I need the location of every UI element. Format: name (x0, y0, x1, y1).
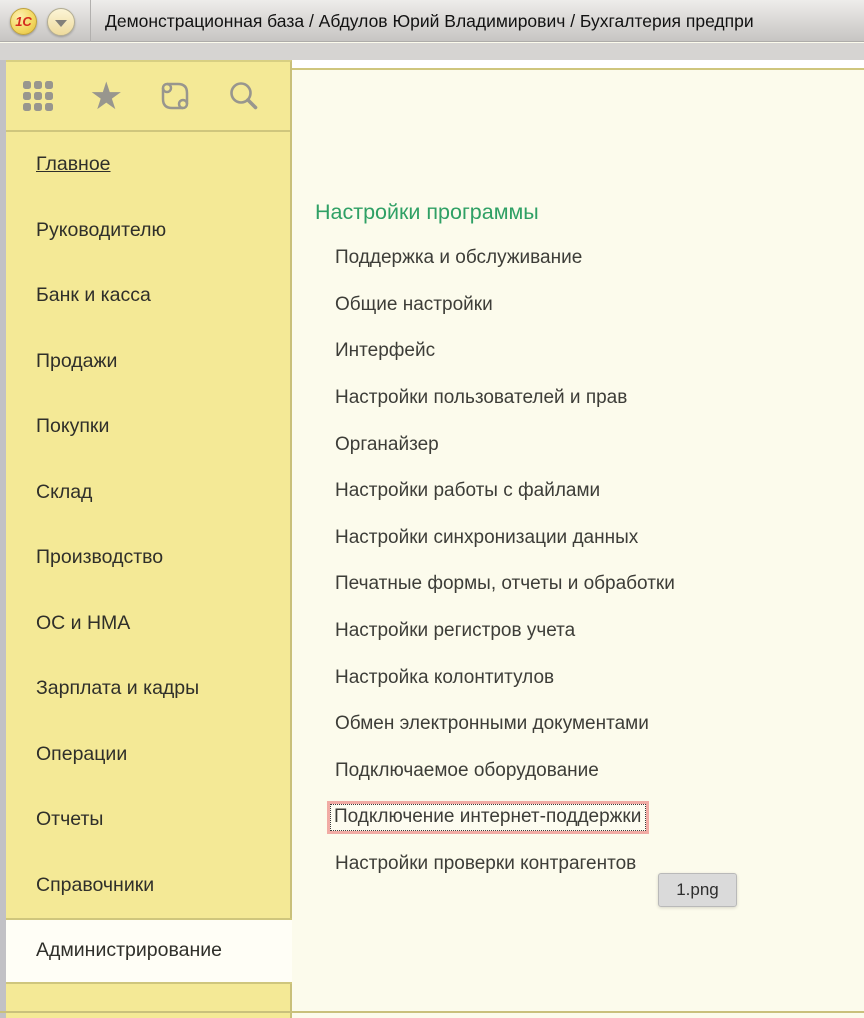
list-item: Настройки синхронизации данных (335, 515, 855, 562)
content-pane: Настройки программы Поддержка и обслужив… (292, 60, 864, 1018)
sidebar-item-label: ОС и НМА (36, 612, 130, 635)
sidebar-item-rukovoditelyu[interactable]: Руководителю (6, 198, 290, 264)
1c-logo-button[interactable]: 1С (10, 8, 37, 35)
list-item: Настройки регистров учета (335, 608, 855, 655)
list-item: Подключение интернет-поддержки (335, 794, 855, 841)
link-podklyuchenie-internet-podderzhki[interactable]: Подключение интернет-поддержки (334, 806, 641, 827)
sidebar-item-label: Администрирование (36, 939, 222, 962)
sidebar-item-label: Отчеты (36, 808, 103, 831)
list-item: Настройки работы с файлами (335, 468, 855, 515)
list-item: Печатные формы, отчеты и обработки (335, 561, 855, 608)
sidebar-item-label: Покупки (36, 415, 109, 438)
link-registry-ucheta[interactable]: Настройки регистров учета (335, 620, 575, 642)
link-pechatnye-formy-otchety-obrabotki[interactable]: Печатные формы, отчеты и обработки (335, 573, 675, 595)
sidebar-item-otchety[interactable]: Отчеты (6, 787, 290, 853)
sidebar-item-label: Банк и касса (36, 284, 151, 307)
sidebar-item-label: Зарплата и кадры (36, 677, 199, 700)
sidebar-item-sklad[interactable]: Склад (6, 460, 290, 526)
link-kolontituly[interactable]: Настройка колонтитулов (335, 667, 554, 689)
list-item: Органайзер (335, 421, 855, 468)
bottom-divider (0, 1011, 864, 1013)
history-scroll-icon[interactable] (156, 74, 194, 118)
sidebar: ★ Главное Руководителю Банк и касса Прод (6, 60, 292, 1018)
chevron-down-icon (55, 20, 67, 27)
sidebar-item-os-i-nma[interactable]: ОС и НМА (6, 591, 290, 657)
sidebar-item-pokupki[interactable]: Покупки (6, 394, 290, 460)
sidebar-item-spravochniki[interactable]: Справочники (6, 853, 290, 919)
search-icon[interactable] (224, 74, 262, 118)
sidebar-item-zarplata-i-kadry[interactable]: Зарплата и кадры (6, 656, 290, 722)
list-item: Настройки пользователей и прав (335, 375, 855, 422)
sidebar-item-proizvodstvo[interactable]: Производство (6, 525, 290, 591)
list-item: Общие настройки (335, 282, 855, 329)
focus-highlight-frame: Подключение интернет-поддержки (327, 801, 649, 834)
content-top-strip (292, 60, 864, 68)
menu-grid-icon[interactable] (19, 74, 57, 118)
sidebar-item-prodazhi[interactable]: Продажи (6, 329, 290, 395)
link-sinkhronizatsiya-dannykh[interactable]: Настройки синхронизации данных (335, 527, 638, 549)
sidebar-item-administrirovanie[interactable]: Администрирование (6, 918, 292, 984)
link-podderzhka-i-obsluzhivanie[interactable]: Поддержка и обслуживание (335, 247, 582, 269)
sidebar-item-label: Продажи (36, 350, 117, 373)
sidebar-toolbar: ★ (6, 62, 290, 132)
list-item: Настройки проверки контрагентов (335, 841, 855, 888)
page-title: Настройки программы (315, 200, 539, 225)
list-item: Интерфейс (335, 328, 855, 375)
list-item: Настройка колонтитулов (335, 654, 855, 701)
sidebar-nav: Главное Руководителю Банк и касса Продаж… (6, 132, 290, 984)
window-titlebar: 1С Демонстрационная база / Абдулов Юрий … (0, 0, 864, 42)
1c-logo-icon: 1С (15, 14, 32, 29)
titlebar-divider (90, 0, 91, 42)
main-menu-button[interactable] (47, 8, 75, 36)
sidebar-item-label: Руководителю (36, 219, 166, 242)
link-nastroyki-polzovateley-i-prav[interactable]: Настройки пользователей и прав (335, 387, 627, 409)
link-interfeys[interactable]: Интерфейс (335, 340, 435, 362)
window-title: Демонстрационная база / Абдулов Юрий Вла… (105, 0, 864, 42)
link-obmen-elektronnymi-dokumentami[interactable]: Обмен электронными документами (335, 713, 649, 735)
titlebar-lower-strip (0, 43, 864, 60)
link-nastroyki-raboty-s-faylami[interactable]: Настройки работы с файлами (335, 480, 600, 502)
link-obshchie-nastroyki[interactable]: Общие настройки (335, 294, 493, 316)
list-item: Обмен электронными документами (335, 701, 855, 748)
content-top-border (292, 68, 864, 70)
favorites-star-icon[interactable]: ★ (87, 74, 125, 118)
link-organayzer[interactable]: Органайзер (335, 434, 439, 456)
list-item: Поддержка и обслуживание (335, 235, 855, 282)
drag-file-tooltip: 1.png (658, 873, 737, 907)
app-window: 1С Демонстрационная база / Абдулов Юрий … (0, 0, 864, 1018)
drag-file-tooltip-label: 1.png (676, 880, 719, 900)
list-item: Подключаемое оборудование (335, 748, 855, 795)
sidebar-item-label: Главное (36, 153, 111, 176)
link-nastroyki-proverki-kontragentov[interactable]: Настройки проверки контрагентов (335, 853, 636, 875)
sidebar-item-label: Склад (36, 481, 92, 504)
settings-links-list: Поддержка и обслуживание Общие настройки… (335, 235, 855, 887)
sidebar-item-glavnoe[interactable]: Главное (6, 132, 290, 198)
sidebar-item-label: Операции (36, 743, 127, 766)
sidebar-item-operatsii[interactable]: Операции (6, 722, 290, 788)
sidebar-item-bank-i-kassa[interactable]: Банк и касса (6, 263, 290, 329)
sidebar-item-label: Производство (36, 546, 163, 569)
link-podklyuchaemoe-oborudovanie[interactable]: Подключаемое оборудование (335, 760, 599, 782)
sidebar-item-label: Справочники (36, 874, 154, 897)
